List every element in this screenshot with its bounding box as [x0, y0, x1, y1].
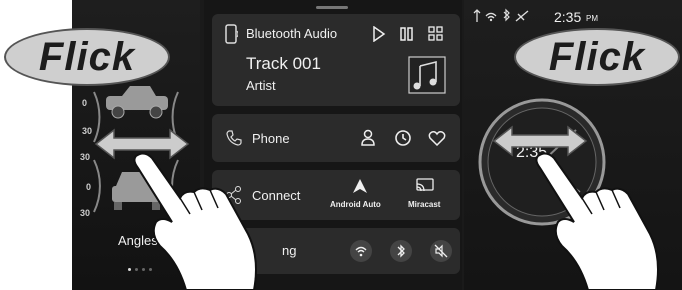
- android-auto-label[interactable]: Android Auto: [330, 200, 381, 209]
- drag-handle[interactable]: [316, 6, 348, 9]
- hand-illustration-left: [133, 152, 257, 290]
- wifi-icon: [355, 246, 367, 257]
- android-auto-icon[interactable]: [352, 178, 368, 194]
- gauge-tick-label: 30: [82, 126, 93, 136]
- usb-icon: [473, 9, 481, 22]
- contacts-icon[interactable]: [360, 129, 376, 147]
- phone-icon: [226, 130, 242, 146]
- gauge-tick-label: 0: [86, 182, 92, 192]
- gauge-tick-label: 0: [82, 98, 88, 108]
- media-source-label: Bluetooth Audio: [246, 26, 338, 41]
- mute-toggle[interactable]: [430, 240, 452, 262]
- recent-calls-icon[interactable]: [394, 129, 412, 147]
- bluetooth-toggle[interactable]: [390, 240, 412, 262]
- signal-off-icon: [515, 10, 529, 22]
- artist-name: Artist: [246, 78, 276, 93]
- flick-text: Flick: [548, 34, 646, 79]
- wifi-status-icon: [485, 12, 497, 19]
- miracast-icon[interactable]: [416, 178, 434, 194]
- status-ampm: PM: [586, 14, 598, 23]
- media-card[interactable]: Bluetooth Audio Track 001 Artist: [212, 14, 460, 106]
- flick-label-right: Flick: [514, 28, 680, 86]
- wifi-toggle[interactable]: [350, 240, 372, 262]
- album-art-icon: [408, 56, 446, 94]
- bluetooth-status-icon: [503, 8, 510, 22]
- hand-illustration-right: [535, 152, 659, 290]
- miracast-label[interactable]: Miracast: [408, 200, 440, 209]
- mute-icon: [434, 244, 448, 258]
- favorites-icon[interactable]: [428, 130, 446, 146]
- gauge-tick-label: 30: [80, 152, 91, 162]
- phone-label: Phone: [252, 131, 290, 146]
- quick-settings-label: ng: [282, 243, 297, 258]
- gauge-tick-label: 30: [80, 208, 91, 218]
- track-title: Track 001: [246, 54, 321, 73]
- bluetooth-icon: [397, 244, 405, 258]
- vehicle-side-icon: [106, 86, 168, 119]
- play-icon[interactable]: [372, 26, 386, 42]
- status-icons: [473, 8, 529, 22]
- flick-text: Flick: [38, 34, 136, 79]
- grid-menu-icon[interactable]: [428, 26, 444, 42]
- flick-label-left: Flick: [4, 28, 170, 86]
- bluetooth-audio-icon: [225, 24, 238, 44]
- pause-icon[interactable]: [400, 26, 414, 42]
- status-time: 2:35: [554, 9, 582, 25]
